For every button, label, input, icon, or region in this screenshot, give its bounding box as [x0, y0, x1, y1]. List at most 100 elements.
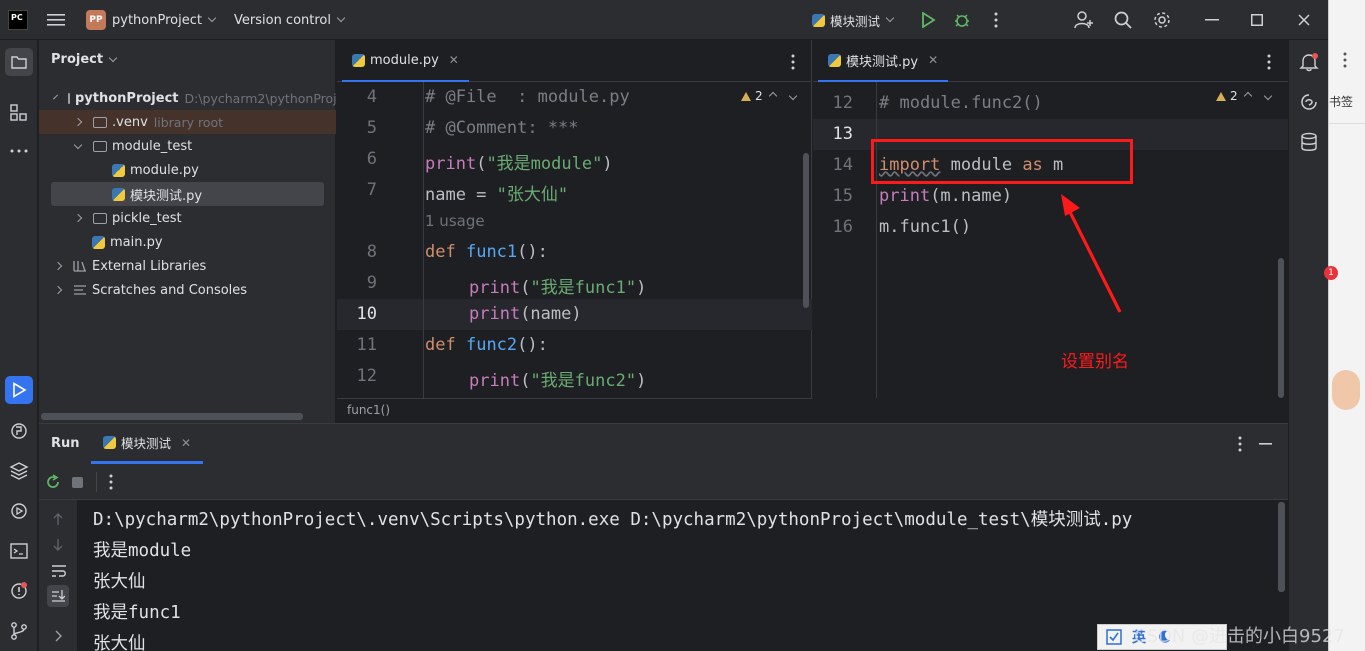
tree-item-label: Scratches and Consoles [92, 282, 248, 298]
notifications-bell-icon[interactable] [1299, 52, 1319, 72]
tree-item-module-test[interactable]: module_test [39, 134, 336, 158]
code-line[interactable]: print("我是func1") [469, 273, 646, 298]
tree-item-label: .venv [112, 114, 148, 130]
run-config-selector[interactable]: 模块测试 [812, 0, 895, 40]
inspection-widget[interactable]: 2 [741, 89, 803, 103]
structure-icon[interactable] [10, 104, 28, 122]
project-h-scrollbar[interactable] [41, 413, 303, 420]
code-line[interactable]: m.func1() [879, 217, 971, 237]
breadcrumb[interactable]: func1() [347, 403, 390, 417]
more-actions-icon[interactable] [109, 474, 113, 490]
debug-icon[interactable] [953, 11, 971, 29]
python-file-icon [92, 235, 105, 249]
chevron-down-icon[interactable] [1263, 91, 1272, 101]
tab-run-module-test[interactable]: 模块测试 ✕ [91, 424, 204, 464]
tree-item-venv[interactable]: .venv library root [39, 110, 336, 134]
code-line[interactable]: # @Comment: *** [425, 118, 579, 138]
tree-item-external-libraries[interactable]: External Libraries [39, 254, 336, 278]
run-options-icon[interactable] [1237, 436, 1243, 452]
chevron-up-icon[interactable] [768, 91, 777, 101]
folder-icon [11, 56, 27, 69]
editor-v-scrollbar[interactable] [803, 153, 809, 308]
code-line[interactable]: name = "张大仙" [425, 180, 568, 205]
code-token: "我是func1" [530, 278, 637, 298]
layers-icon[interactable] [9, 461, 29, 481]
scroll-to-end-button[interactable] [47, 585, 69, 607]
maximize-icon[interactable] [1251, 14, 1263, 26]
tab-module-py[interactable]: module.py ✕ [342, 40, 469, 82]
tree-item-module-py[interactable]: module.py [39, 158, 336, 182]
services-icon[interactable] [9, 501, 29, 521]
more-tools-icon[interactable] [10, 149, 28, 153]
browser-menu-icon[interactable] [1343, 52, 1347, 68]
bookmarks-label[interactable]: 书签 [1329, 93, 1353, 110]
python-console-icon[interactable] [9, 421, 29, 441]
code-line[interactable]: print("我是func2") [469, 366, 646, 391]
add-user-icon[interactable] [1074, 11, 1094, 29]
ai-assistant-icon[interactable] [1299, 92, 1319, 112]
collapse-arrow-icon [53, 285, 63, 295]
tree-item-main-py[interactable]: main.py [39, 230, 336, 254]
more-options-icon[interactable] [993, 12, 999, 28]
annotation-label: 设置别名 [1061, 352, 1129, 372]
git-icon[interactable] [9, 621, 29, 641]
code-token: ) [636, 371, 647, 391]
code-line[interactable]: def func2(): [425, 335, 548, 355]
settings-gear-icon[interactable] [1153, 11, 1171, 29]
tab-label: 模块测试.py [846, 54, 919, 70]
code-line[interactable]: def func1(): [425, 242, 548, 262]
chevron-down-icon[interactable] [788, 91, 797, 101]
project-selector[interactable]: PP pythonProject [86, 0, 217, 40]
expand-arrow-icon[interactable] [54, 630, 62, 642]
close-icon[interactable] [1298, 14, 1310, 26]
editor-v-scrollbar[interactable] [1278, 258, 1284, 398]
run-icon[interactable] [920, 12, 936, 28]
code-token: (m.name) [930, 186, 1013, 206]
tab-close-icon[interactable]: ✕ [928, 53, 938, 67]
tab-close-icon[interactable]: ✕ [181, 436, 191, 450]
tree-item-label: 模块测试.py [130, 188, 203, 204]
chevron-up-icon[interactable] [1243, 91, 1252, 101]
tab-options-icon[interactable] [1266, 54, 1272, 70]
problems-icon[interactable] [9, 581, 29, 601]
breadcrumb-bar: func1() [337, 398, 812, 423]
version-control-menu[interactable]: Version control [234, 0, 346, 40]
tab-options-icon[interactable] [790, 54, 796, 70]
hide-panel-icon[interactable] [1259, 443, 1272, 445]
tree-item-pythonproject[interactable]: pythonProject D:\pycharm2\pythonProj [39, 86, 336, 110]
project-tool-button[interactable] [5, 48, 33, 76]
stop-icon[interactable] [72, 477, 83, 488]
scroll-down-icon[interactable] [52, 538, 64, 552]
usage-hint[interactable]: 1 usage [425, 212, 485, 230]
run-tool-button[interactable] [5, 376, 33, 404]
tree-item-module-test-py[interactable]: 模块测试.py [51, 182, 324, 206]
scroll-up-icon[interactable] [52, 512, 64, 526]
code-line[interactable]: print("我是module") [425, 149, 613, 174]
main-menu-button[interactable] [47, 0, 65, 40]
tab-module-test-py[interactable]: 模块测试.py ✕ [818, 40, 949, 82]
tree-item-pickle-test[interactable]: pickle_test [39, 206, 336, 230]
code-line[interactable]: print(m.name) [879, 186, 1012, 206]
database-icon[interactable] [1300, 132, 1318, 152]
terminal-icon[interactable] [9, 541, 29, 561]
toolbar-separator [96, 472, 97, 492]
rerun-icon[interactable] [45, 474, 61, 490]
console-v-scrollbar[interactable] [1278, 502, 1285, 592]
search-icon[interactable] [1114, 11, 1132, 29]
line-number: 9 [366, 273, 377, 293]
soft-wrap-icon[interactable] [51, 564, 67, 578]
project-panel-header[interactable]: Project [51, 52, 118, 67]
minimize-icon[interactable] [1205, 19, 1219, 21]
tree-item-hint: library root [153, 114, 224, 130]
tree-item-scratches[interactable]: Scratches and Consoles [39, 278, 336, 302]
inspection-widget[interactable]: 2 [1216, 89, 1278, 103]
tree-item-label: module.py [130, 162, 199, 178]
code-token: (): [517, 242, 548, 262]
tab-close-icon[interactable]: ✕ [449, 53, 459, 67]
code-line[interactable]: # @File : module.py [425, 87, 630, 107]
expand-arrow-icon [53, 94, 58, 99]
code-line[interactable]: print(name) [469, 304, 582, 324]
app-logo[interactable]: PC [8, 0, 28, 40]
collapse-arrow-icon [73, 117, 83, 127]
code-line[interactable]: # module.func2() [879, 93, 1043, 113]
